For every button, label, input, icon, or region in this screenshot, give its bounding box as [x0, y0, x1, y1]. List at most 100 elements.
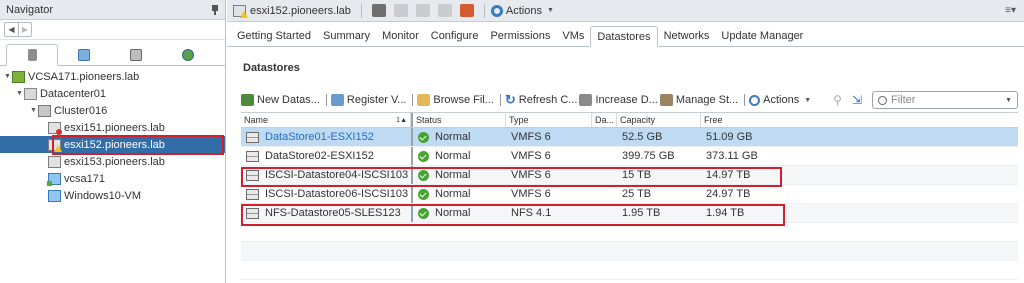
tree-item-esxi153[interactable]: esxi153.pioneers.lab — [0, 153, 225, 170]
add-host-icon[interactable] — [371, 4, 386, 17]
networking-tab[interactable] — [162, 44, 214, 66]
free-cell: 1.94 TB — [706, 207, 745, 219]
register-vm-icon — [330, 94, 344, 106]
navigator-title: Navigator — [6, 3, 54, 16]
hosts-clusters-tab[interactable] — [6, 44, 58, 66]
expand-arrow-icon[interactable]: ▼ — [3, 73, 12, 80]
expand-arrow-icon[interactable]: ▼ — [15, 90, 24, 97]
status-ok-icon — [418, 131, 429, 143]
refresh-capacity-button[interactable]: ↻ Refresh C... — [505, 92, 578, 108]
capacity-cell: 25 TB — [622, 188, 652, 200]
table-row[interactable]: NFS-Datastore05-SLES123 Normal NFS 4.1 1… — [241, 204, 1018, 223]
manage-storage-button[interactable]: Manage St... — [659, 94, 738, 106]
table-row-empty — [241, 223, 1018, 242]
tab-networks[interactable]: Networks — [658, 26, 716, 46]
table-row[interactable]: ISCSI-Datastore06-ISCSI103 Normal VMFS 6… — [241, 185, 1018, 204]
toolbar-separator — [499, 94, 501, 106]
browse-files-button[interactable]: Browse Fil... — [417, 94, 494, 106]
tree-item-label: Windows10-VM — [64, 189, 142, 202]
host-warning-icon — [48, 138, 62, 152]
expand-arrow-icon[interactable]: ▼ — [29, 107, 38, 114]
chevron-down-icon: ▼ — [546, 7, 554, 14]
column-header-free[interactable]: Free — [701, 113, 1018, 127]
tab-configure[interactable]: Configure — [425, 26, 485, 46]
filter-placeholder: Filter — [891, 94, 916, 106]
table-row-empty — [241, 242, 1018, 261]
export-icon[interactable]: ⇲ — [852, 93, 862, 107]
tree-item-vcsa171[interactable]: vcsa171 — [0, 170, 225, 187]
status-ok-icon — [418, 207, 429, 219]
deploy-ovf-icon[interactable] — [415, 4, 430, 17]
section-title: Datastores — [243, 62, 300, 74]
datastore-name: ISCSI-Datastore06-ISCSI103 — [265, 188, 409, 200]
button-label: Refresh C... — [518, 94, 578, 106]
free-cell: 14.97 TB — [706, 169, 751, 181]
tree-item-label: esxi151.pioneers.lab — [64, 121, 165, 134]
column-label: Name — [244, 115, 269, 125]
button-label: Register V... — [346, 94, 407, 106]
column-header-datastore-cluster[interactable]: Da... — [592, 113, 617, 127]
clear-filter-icon[interactable]: ⚲ — [833, 93, 842, 107]
object-title: esxi152.pioneers.lab — [250, 4, 351, 17]
forward-button[interactable]: ▶ — [18, 23, 31, 36]
column-header-name[interactable]: Name 1▲ — [241, 113, 411, 127]
datastore-actions-menu[interactable]: Actions ▼ — [749, 94, 811, 106]
tab-getting-started[interactable]: Getting Started — [231, 26, 317, 46]
table-row[interactable]: DataStore02-ESXI152 Normal VMFS 6 399.75… — [241, 147, 1018, 166]
tree-item-datacenter[interactable]: ▼ Datacenter01 — [0, 85, 225, 102]
sort-asc-icon: 1▲ — [396, 116, 407, 124]
new-datastore-icon — [241, 94, 254, 106]
tree-item-windows10-vm[interactable]: Windows10-VM — [0, 187, 225, 204]
column-header-type[interactable]: Type — [506, 113, 592, 127]
datastore-cluster-cell — [592, 204, 617, 222]
free-cell: 373.11 GB — [706, 150, 758, 162]
tree-item-label: Datacenter01 — [40, 87, 107, 100]
tree-item-esxi152[interactable]: esxi152.pioneers.lab — [0, 136, 225, 153]
free-cell: 51.09 GB — [706, 131, 753, 143]
tab-monitor[interactable]: Monitor — [376, 26, 425, 46]
pin-icon[interactable] — [211, 4, 219, 15]
back-button[interactable]: ◀ — [5, 23, 18, 36]
type-cell: VMFS 6 — [511, 188, 551, 200]
toolbar-separator — [744, 94, 746, 106]
button-label: New Datas... — [257, 94, 320, 106]
column-header-status[interactable]: Status — [411, 113, 506, 127]
tab-summary[interactable]: Summary — [317, 26, 376, 46]
increase-datastore-button[interactable]: Increase D... — [579, 94, 658, 106]
tree-item-label: esxi152.pioneers.lab — [64, 138, 165, 151]
datastore-icon — [246, 169, 259, 181]
column-label: Free — [704, 115, 723, 125]
chevron-down-icon[interactable]: ▼ — [1005, 97, 1012, 104]
tab-update-manager[interactable]: Update Manager — [715, 26, 809, 46]
tab-vms[interactable]: VMs — [556, 26, 590, 46]
tab-datastores[interactable]: Datastores — [590, 26, 658, 47]
table-row[interactable]: ISCSI-Datastore04-ISCSI103 Normal VMFS 6… — [241, 166, 1018, 185]
button-label: Actions — [763, 94, 800, 106]
vms-templates-tab[interactable] — [58, 44, 110, 66]
tab-permissions[interactable]: Permissions — [484, 26, 556, 46]
tree-item-cluster[interactable]: ▼ Cluster016 — [0, 102, 225, 119]
host-warning-icon — [233, 4, 248, 18]
table-row-empty — [241, 261, 1018, 280]
column-header-capacity[interactable]: Capacity — [617, 113, 701, 127]
register-vm-button[interactable]: Register V... — [330, 94, 407, 106]
filter-input[interactable]: Filter ▼ — [872, 91, 1019, 109]
actions-menu[interactable]: Actions ▼ — [490, 4, 554, 17]
new-vm-icon[interactable] — [393, 4, 408, 17]
datastore-name-link[interactable]: DataStore01-ESXI152 — [265, 131, 374, 143]
vms-templates-icon — [78, 49, 90, 61]
table-row[interactable]: DataStore01-ESXI152 Normal VMFS 6 52.5 G… — [241, 128, 1018, 147]
chevron-down-icon: ▼ — [804, 96, 812, 104]
new-datastore-button[interactable]: New Datas... — [241, 94, 320, 106]
increase-datastore-icon — [579, 94, 593, 106]
datastore-cluster-cell — [592, 147, 617, 165]
new-vapp-icon[interactable] — [437, 4, 452, 17]
navigator-header: Navigator — [0, 0, 225, 20]
filter-icons: ⚲ ⇲ — [833, 93, 862, 107]
storage-tab[interactable] — [110, 44, 162, 66]
tree-item-esxi151[interactable]: esxi151.pioneers.lab — [0, 119, 225, 136]
panel-menu-icon[interactable]: ≡▾ — [1005, 5, 1016, 16]
hosts-clusters-icon — [27, 49, 37, 61]
new-resource-pool-icon[interactable] — [459, 4, 474, 17]
tree-item-vcenter[interactable]: ▼ VCSA171.pioneers.lab — [0, 68, 225, 85]
